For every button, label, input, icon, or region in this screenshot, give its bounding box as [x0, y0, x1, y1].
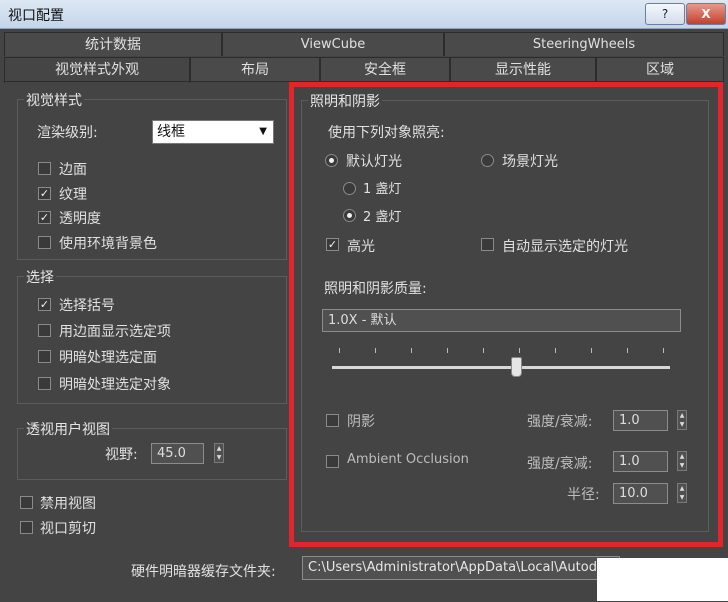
env-background-checkbox[interactable] — [38, 236, 51, 249]
selection-brackets-checkbox[interactable]: ✓ — [38, 298, 51, 311]
edged-faces-label: 边面 — [59, 162, 87, 178]
selection-title: 选择 — [24, 267, 56, 287]
title-bar: 视口配置 ? X — [0, 0, 728, 29]
tab-regions[interactable]: 区域 — [596, 57, 724, 81]
shade-selected-faces-label: 明暗处理选定面 — [59, 350, 157, 366]
disable-view-checkbox[interactable] — [20, 496, 33, 509]
viewport-clip-checkbox[interactable] — [20, 521, 33, 534]
tab-steeringwheels[interactable]: SteeringWheels — [444, 32, 724, 56]
help-button[interactable]: ? — [645, 3, 685, 25]
fov-spinner[interactable]: ▲ ▼ — [214, 443, 224, 463]
edged-faces-checkbox[interactable] — [38, 162, 51, 175]
cache-folder-label: 硬件明暗器缓存文件夹: — [131, 564, 276, 580]
selection-brackets-label: 选择括号 — [59, 298, 115, 314]
render-level-select[interactable]: 线框 ▼ — [152, 120, 274, 144]
tab-safe-frame[interactable]: 安全框 — [320, 57, 450, 81]
viewport-clip-label: 视口剪切 — [40, 521, 96, 537]
env-background-label: 使用环境背景色 — [59, 236, 157, 252]
tab-statistics[interactable]: 统计数据 — [4, 32, 222, 56]
visual-style-title: 视觉样式 — [24, 90, 84, 110]
spinner-up-icon: ▲ — [216, 445, 222, 452]
window-title: 视口配置 — [8, 8, 64, 24]
tab-visual-style[interactable]: 视觉样式外观 — [4, 57, 190, 83]
shade-selected-faces-checkbox[interactable] — [38, 350, 51, 363]
render-level-label: 渲染级别: — [37, 125, 98, 141]
fov-label: 视野: — [105, 447, 138, 463]
transparency-label: 透明度 — [59, 211, 101, 227]
spinner-down-icon: ▼ — [216, 454, 222, 461]
cache-folder-input[interactable]: C:\Users\Administrator\AppData\Local\Aut… — [302, 556, 620, 580]
shade-selected-objects-checkbox[interactable] — [38, 377, 51, 390]
shade-selected-objects-label: 明暗处理选定对象 — [59, 377, 171, 393]
fov-input[interactable]: 45.0 — [151, 443, 204, 464]
transparency-checkbox[interactable]: ✓ — [38, 211, 51, 224]
render-level-value: 线框 — [157, 124, 185, 140]
watermark — [597, 558, 728, 601]
disable-view-label: 禁用视图 — [40, 496, 96, 512]
textures-label: 纹理 — [59, 187, 87, 203]
perspective-title: 透视用户视图 — [24, 419, 112, 439]
chevron-down-icon: ▼ — [259, 126, 267, 137]
highlight-box — [289, 82, 723, 547]
tab-display-performance[interactable]: 显示性能 — [450, 57, 596, 81]
tab-viewcube[interactable]: ViewCube — [222, 32, 444, 56]
tab-layout[interactable]: 布局 — [190, 57, 320, 81]
textures-checkbox[interactable]: ✓ — [38, 187, 51, 200]
edged-selected-checkbox[interactable] — [38, 324, 51, 337]
edged-selected-label: 用边面显示选定项 — [59, 324, 171, 340]
close-button[interactable]: X — [686, 3, 726, 25]
